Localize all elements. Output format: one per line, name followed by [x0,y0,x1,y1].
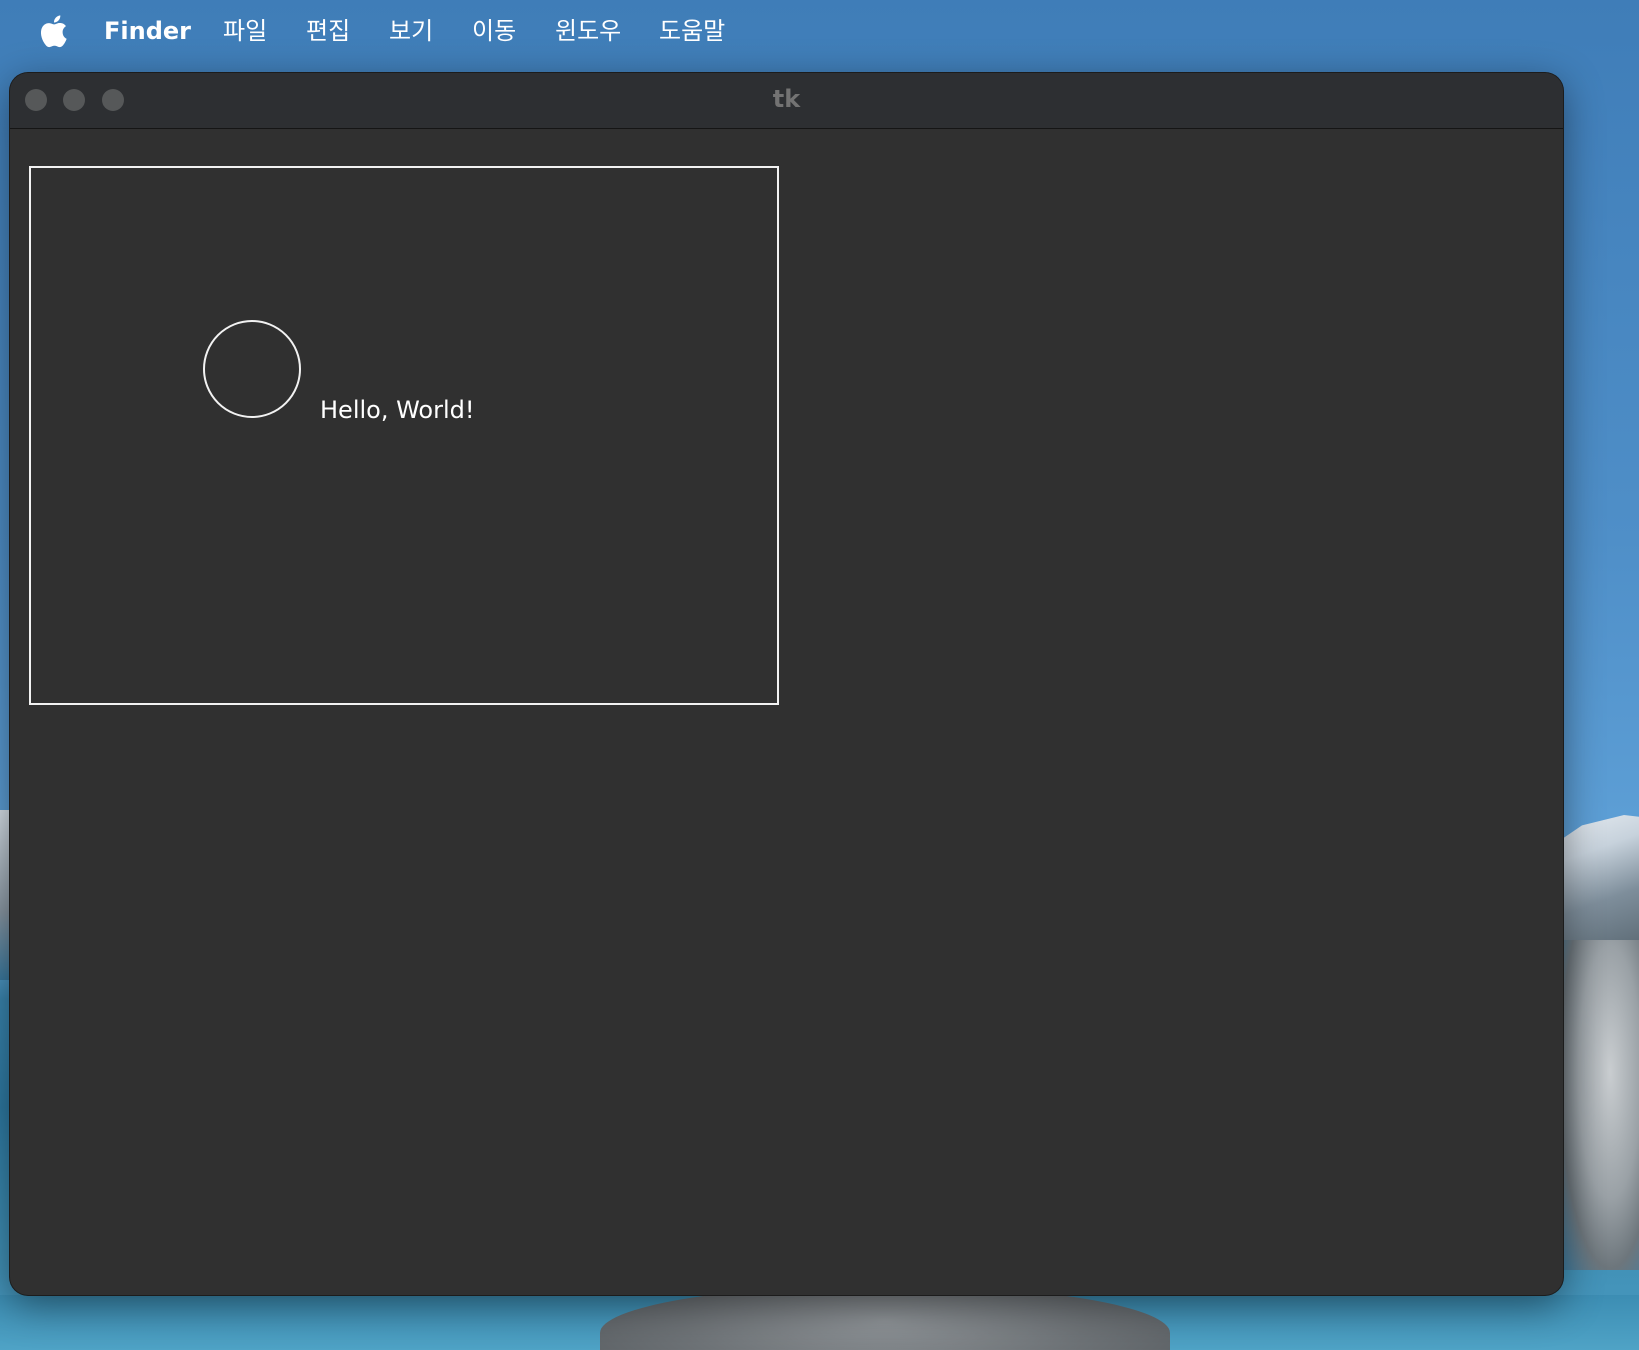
minimize-button[interactable] [63,89,85,111]
menu-item-finder[interactable]: Finder [104,14,191,48]
close-button[interactable] [25,89,47,111]
canvas-rectangle: Hello, World! [29,166,779,705]
menu-item-edit[interactable]: 편집 [306,14,350,48]
app-window: tk Hello, World! [10,73,1563,1295]
menu-item-go[interactable]: 이동 [472,14,516,48]
menu-item-window[interactable]: 윈도우 [555,14,621,48]
canvas-circle [203,320,301,418]
wallpaper-rocks [1560,940,1639,1270]
zoom-button[interactable] [102,89,124,111]
menu-item-file[interactable]: 파일 [223,14,267,48]
menu-item-view[interactable]: 보기 [389,14,433,48]
window-titlebar[interactable]: tk [10,73,1563,129]
menu-item-help[interactable]: 도움말 [659,14,725,48]
menu-bar: Finder 파일 편집 보기 이동 윈도우 도움말 [0,0,1639,62]
canvas-text: Hello, World! [320,396,475,424]
apple-logo-icon[interactable] [38,14,68,48]
window-title: tk [772,85,801,113]
